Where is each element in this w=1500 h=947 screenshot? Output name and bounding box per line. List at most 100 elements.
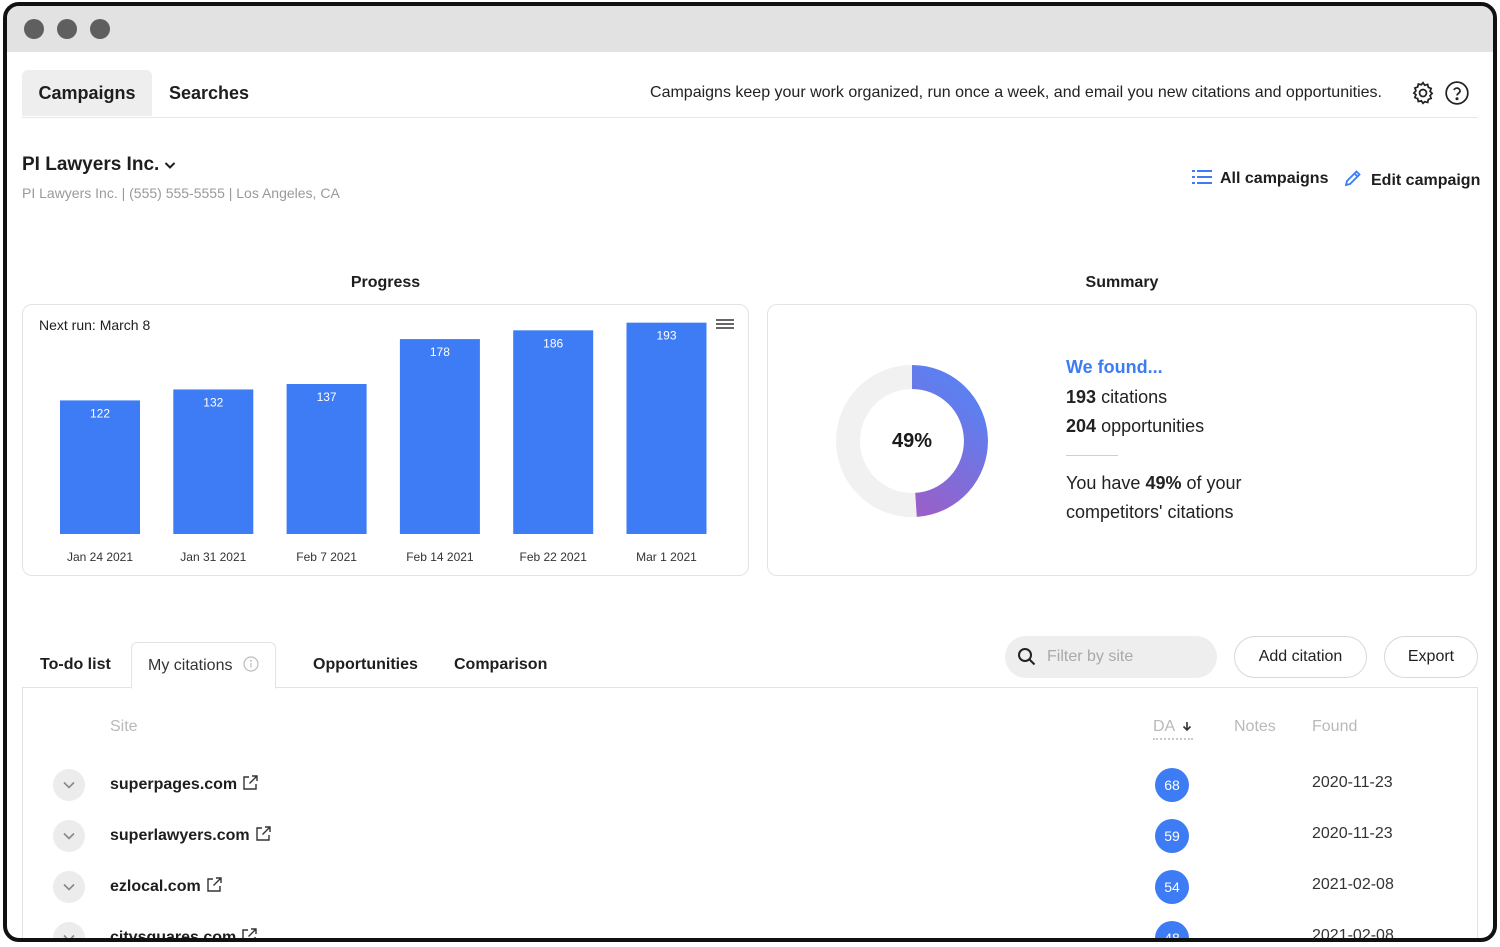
site-link[interactable]: ezlocal.com [110, 876, 223, 896]
x-tick-label: Mar 1 2021 [636, 550, 697, 564]
opportunities-count: 204 [1066, 416, 1097, 436]
site-name: ezlocal.com [110, 878, 201, 895]
all-campaigns-link[interactable]: All campaigns [1192, 168, 1328, 188]
table-row[interactable]: superlawyers.com 59 2020-11-23 [23, 816, 1477, 866]
opportunities-found: 204 opportunities [1066, 416, 1204, 437]
window-minimize-dot[interactable] [57, 19, 77, 39]
site-link[interactable]: superpages.com [110, 774, 259, 794]
citations-table: Site DA Notes Found superpages.com 68 20… [22, 688, 1478, 942]
business-name: PI Lawyers Inc. [22, 154, 160, 175]
list-icon [1192, 170, 1212, 184]
found-date: 2021-02-08 [1312, 927, 1394, 942]
filter-by-site-input[interactable]: Filter by site [1005, 636, 1217, 678]
top-tab-bar: Campaigns Searches Campaigns keep your w… [22, 70, 1478, 118]
main-content: Campaigns Searches Campaigns keep your w… [7, 52, 1493, 942]
column-header-notes[interactable]: Notes [1234, 718, 1276, 736]
campaigns-description: Campaigns keep your work organized, run … [650, 84, 1382, 101]
compare-value: 49% [1145, 473, 1182, 493]
site-name: superpages.com [110, 776, 238, 793]
da-header-label: DA [1153, 718, 1175, 735]
summary-card: 49% We found... 193 citations 204 opport… [767, 304, 1477, 576]
bar-value-label: 132 [203, 395, 223, 409]
bar-feb-14-2021[interactable] [399, 339, 480, 534]
edit-campaign-label: Edit campaign [1371, 172, 1481, 189]
chevron-down-icon [63, 883, 75, 891]
table-row[interactable]: superpages.com 68 2020-11-23 [23, 765, 1477, 815]
bar-feb-7-2021[interactable] [286, 383, 367, 534]
progress-title: Progress [350, 274, 421, 291]
row-expand-button[interactable] [53, 769, 85, 801]
bar-value-label: 193 [656, 329, 676, 343]
info-icon[interactable] [243, 656, 259, 672]
found-title: We found... [1066, 357, 1163, 377]
tab-my-citations[interactable]: My citations [131, 642, 276, 689]
arrow-down-icon [1182, 722, 1191, 732]
window-close-dot[interactable] [24, 19, 44, 39]
found-date: 2021-02-08 [1312, 876, 1394, 893]
window-maximize-dot[interactable] [90, 19, 110, 39]
my-citations-label: My citations [148, 657, 233, 674]
all-campaigns-label: All campaigns [1220, 170, 1329, 187]
tab-campaigns[interactable]: Campaigns [22, 70, 152, 116]
competitor-comparison-text: You have 49% of your competitors' citati… [1066, 469, 1306, 527]
coverage-donut: 49% [832, 361, 992, 521]
column-header-site[interactable]: Site [110, 718, 138, 736]
opportunities-label: opportunities [1101, 416, 1205, 436]
found-date: 2020-11-23 [1312, 774, 1393, 791]
summary-title: Summary [1085, 274, 1159, 291]
citations-found: 193 citations [1066, 387, 1167, 408]
summary-divider [1066, 455, 1118, 456]
tab-opportunities[interactable]: Opportunities [297, 642, 434, 688]
search-icon [1018, 648, 1036, 666]
column-header-found[interactable]: Found [1312, 718, 1357, 736]
chevron-down-icon [165, 162, 176, 169]
bar-jan-31-2021[interactable] [173, 389, 254, 534]
business-selector[interactable]: PI Lawyers Inc. [22, 154, 177, 176]
external-link-icon [207, 877, 222, 892]
da-badge: 68 [1155, 768, 1189, 802]
add-citation-button[interactable]: Add citation [1234, 636, 1367, 678]
tab-todo-list[interactable]: To-do list [24, 642, 127, 688]
site-link[interactable]: citysquares.com [110, 927, 258, 942]
bar-value-label: 178 [430, 345, 450, 359]
x-tick-label: Jan 24 2021 [67, 550, 133, 564]
site-link[interactable]: superlawyers.com [110, 825, 272, 845]
bar-feb-22-2021[interactable] [513, 330, 594, 534]
tab-searches[interactable]: Searches [153, 70, 265, 116]
found-date: 2020-11-23 [1312, 825, 1393, 842]
site-name: citysquares.com [110, 929, 237, 942]
bar-value-label: 122 [90, 406, 110, 420]
table-row[interactable]: citysquares.com 48 2021-02-08 [23, 918, 1477, 942]
external-link-icon [242, 928, 257, 938]
chevron-down-icon [63, 934, 75, 938]
da-badge: 59 [1155, 819, 1189, 853]
da-badge: 54 [1155, 870, 1189, 904]
chevron-down-icon [63, 832, 75, 840]
tab-comparison[interactable]: Comparison [438, 642, 563, 688]
row-expand-button[interactable] [53, 871, 85, 903]
column-header-da[interactable]: DA [1153, 718, 1193, 740]
x-tick-label: Jan 31 2021 [180, 550, 246, 564]
table-row[interactable]: ezlocal.com 54 2021-02-08 [23, 867, 1477, 917]
citations-count: 193 [1066, 387, 1097, 407]
help-icon[interactable] [1444, 80, 1470, 106]
edit-campaign-link[interactable]: Edit campaign [1343, 168, 1480, 190]
site-name: superlawyers.com [110, 827, 250, 844]
business-details: PI Lawyers Inc. | (555) 555-5555 | Los A… [22, 185, 340, 201]
filter-placeholder: Filter by site [1047, 648, 1134, 665]
external-link-icon [243, 775, 258, 790]
row-expand-button[interactable] [53, 922, 85, 938]
gear-icon[interactable] [1410, 80, 1436, 106]
chevron-down-icon [63, 781, 75, 789]
compare-prefix: You have [1066, 473, 1141, 493]
app-window: Campaigns Searches Campaigns keep your w… [3, 2, 1497, 942]
bar-jan-24-2021[interactable] [60, 400, 140, 534]
bar-mar-1-2021[interactable] [626, 322, 707, 534]
citations-label: citations [1101, 387, 1168, 407]
title-bar [7, 6, 1493, 52]
bar-value-label: 186 [543, 336, 563, 350]
export-button[interactable]: Export [1384, 636, 1478, 678]
row-expand-button[interactable] [53, 820, 85, 852]
donut-percent: 49% [891, 430, 933, 452]
x-tick-label: Feb 22 2021 [520, 550, 588, 564]
